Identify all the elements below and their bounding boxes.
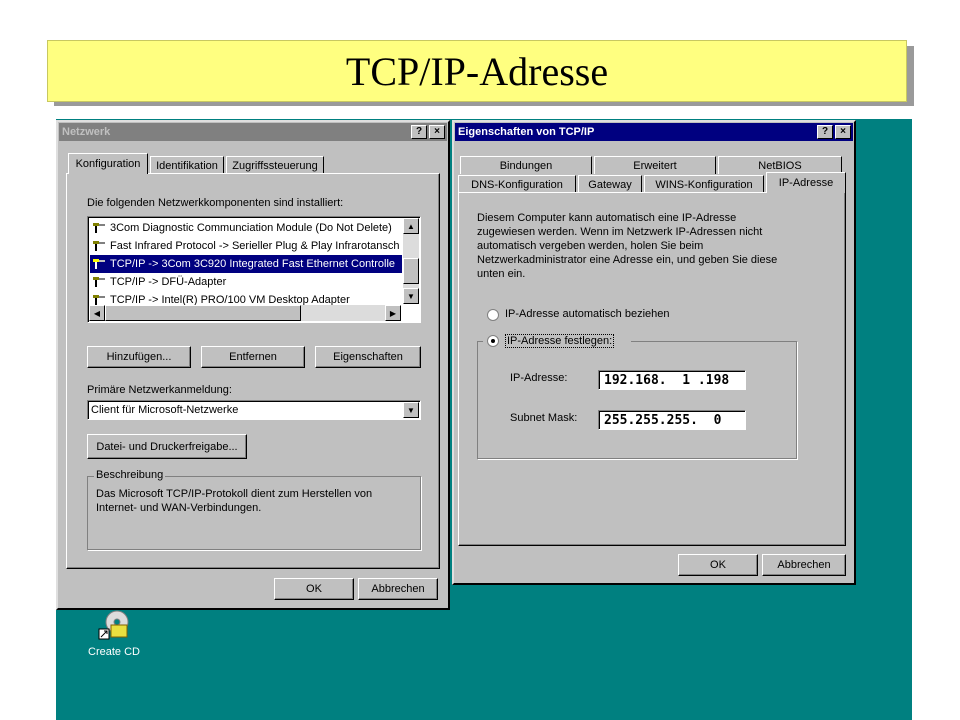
info-text: Diesem Computer kann automatisch eine IP… (477, 212, 778, 280)
network-component-icon (93, 241, 105, 251)
tcpip-titlebar[interactable]: Eigenschaften von TCP/IP ? × (455, 123, 853, 141)
desktop: Netzwerk ? × Konfiguration Identifikatio… (56, 119, 912, 720)
list-item[interactable]: 3Com Diagnostic Communciation Module (Do… (90, 219, 402, 237)
tab-wins-konfiguration[interactable]: WINS-Konfiguration (644, 175, 764, 193)
network-component-icon (93, 259, 105, 269)
tab-ip-adresse[interactable]: IP-Adresse (766, 172, 846, 193)
tab-gateway[interactable]: Gateway (578, 175, 642, 193)
slide-title: TCP/IP-Adresse (345, 48, 609, 94)
network-component-icon (93, 223, 105, 233)
radio-auto-ip[interactable] (487, 309, 499, 321)
tab-zugriffssteuerung[interactable]: Zugriffssteuerung (226, 156, 324, 174)
add-button[interactable]: Hinzufügen... (87, 346, 191, 368)
close-button[interactable]: × (835, 125, 851, 139)
list-item[interactable]: Fast Infrared Protocol -> Serieller Plug… (90, 237, 402, 255)
radio-fixed-label[interactable]: IP-Adresse festlegen: (505, 334, 615, 348)
radio-fixed-ip[interactable] (487, 335, 499, 347)
tcpip-window: Eigenschaften von TCP/IP ? × Bindungen E… (452, 120, 856, 585)
create-cd-shortcut[interactable]: Create CD (84, 609, 144, 658)
netzwerk-window: Netzwerk ? × Konfiguration Identifikatio… (56, 120, 450, 610)
tab-konfiguration[interactable]: Konfiguration (68, 153, 148, 174)
scroll-thumb[interactable] (403, 258, 419, 284)
components-list[interactable]: 3Com Diagnostic Communciation Module (Do… (87, 216, 421, 323)
cd-icon (98, 610, 129, 640)
scroll-down-button[interactable]: ▼ (403, 288, 419, 304)
chevron-down-icon[interactable]: ▼ (403, 402, 419, 418)
netzwerk-title: Netzwerk (62, 126, 111, 138)
scroll-hthumb[interactable] (105, 305, 301, 321)
file-print-sharing-button[interactable]: Datei- und Druckerfreigabe... (87, 434, 247, 459)
tab-erweitert[interactable]: Erweitert (594, 156, 716, 174)
tab-dns-konfiguration[interactable]: DNS-Konfiguration (458, 175, 576, 193)
help-button[interactable]: ? (817, 125, 833, 139)
help-button[interactable]: ? (411, 125, 427, 139)
tab-bindungen[interactable]: Bindungen (460, 156, 592, 174)
tcpip-title: Eigenschaften von TCP/IP (458, 126, 595, 138)
ok-button[interactable]: OK (274, 578, 354, 600)
subnet-mask-label: Subnet Mask: (510, 412, 578, 424)
primary-logon-label: Primäre Netzwerkanmeldung: (87, 384, 232, 396)
scroll-right-button[interactable]: ▶ (385, 305, 401, 321)
primary-logon-select[interactable]: Client für Microsoft-Netzwerke ▼ (87, 400, 421, 420)
tab-identifikation[interactable]: Identifikation (150, 156, 224, 174)
ok-button[interactable]: OK (678, 554, 758, 576)
cancel-button[interactable]: Abbrechen (762, 554, 846, 576)
fixed-ip-group: IP-Adresse: 192.168. 1 .198 Subnet Mask:… (477, 341, 797, 459)
description-group: Beschreibung Das Microsoft TCP/IP-Protok… (87, 469, 421, 550)
ip-adresse-label: IP-Adresse: (510, 372, 568, 384)
ip-address-field[interactable]: 192.168. 1 .198 (598, 370, 746, 390)
cancel-button[interactable]: Abbrechen (358, 578, 438, 600)
installed-label: Die folgenden Netzwerkkomponenten sind i… (87, 197, 344, 209)
konfiguration-panel: Die folgenden Netzwerkkomponenten sind i… (66, 173, 440, 569)
close-button[interactable]: × (429, 125, 445, 139)
slide-title-banner: TCP/IP-Adresse (47, 40, 907, 102)
vertical-scrollbar[interactable]: ▲ ▼ (403, 218, 419, 304)
radio-fixed-wrap: IP-Adresse festlegen: (483, 333, 631, 349)
description-text: Das Microsoft TCP/IP-Protokoll dient zum… (96, 488, 373, 514)
scroll-up-button[interactable]: ▲ (403, 218, 419, 234)
properties-button[interactable]: Eigenschaften (315, 346, 421, 368)
create-cd-label: Create CD (88, 646, 140, 658)
horizontal-scrollbar[interactable]: ◀ ▶ (89, 305, 401, 321)
list-item[interactable]: TCP/IP -> DFÜ-Adapter (90, 273, 402, 291)
remove-button[interactable]: Entfernen (201, 346, 305, 368)
radio-auto-label[interactable]: IP-Adresse automatisch beziehen (505, 308, 669, 320)
ip-adresse-panel: Diesem Computer kann automatisch eine IP… (458, 192, 846, 546)
subnet-mask-field[interactable]: 255.255.255. 0 (598, 410, 746, 430)
list-item-selected[interactable]: TCP/IP -> 3Com 3C920 Integrated Fast Eth… (90, 255, 402, 273)
description-label: Beschreibung (94, 469, 166, 481)
scroll-left-button[interactable]: ◀ (89, 305, 105, 321)
network-component-icon (93, 277, 105, 287)
netzwerk-titlebar[interactable]: Netzwerk ? × (59, 123, 447, 141)
radio-dot (491, 339, 495, 343)
